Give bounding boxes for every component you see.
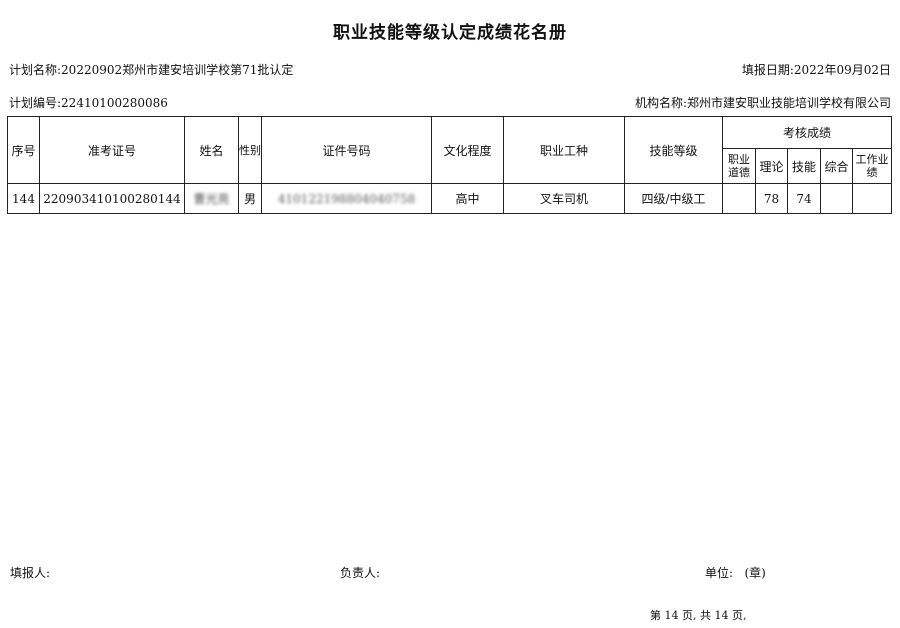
page-indicator: 第 14 页, 共 14 页, [650,609,747,622]
cell-ethics [722,183,756,214]
cell-skill: 74 [787,183,821,214]
cell-comprehensive [820,183,853,214]
plan-name-label: 计划名称: [9,63,62,77]
cell-seq: 144 [7,183,40,214]
plan-name-value: 20220902郑州市建安培训学校第71批认定 [61,63,294,77]
report-date-value: 2022年09月02日 [793,63,891,77]
cell-education: 高中 [431,183,504,214]
filler-label: 填报人: [10,566,51,580]
cell-skill-level: 四级/中级工 [624,183,723,214]
header-theory: 理论 [755,148,788,184]
seal-label: (章) [744,566,766,580]
header-ethics: 职业道德 [722,148,756,184]
header-gender: 性别 [238,116,262,184]
responsible-label: 负责人: [340,566,381,580]
cell-exam-no: 220903410100280144 [39,183,185,214]
header-skill: 技能 [787,148,821,184]
header-id-no: 证件号码 [261,116,432,184]
cell-occupation: 叉车司机 [503,183,625,214]
org-line: 机构名称:郑州市建安职业技能培训学校有限公司 [635,94,891,111]
cell-work-perf [851,183,893,214]
header-education: 文化程度 [431,116,504,184]
header-work-perf: 工作业绩 [851,148,893,184]
header-seq: 序号 [7,116,40,184]
plan-no-label: 计划编号: [9,96,62,110]
cell-gender: 男 [238,183,262,214]
header-exam-no: 准考证号 [39,116,185,184]
plan-name-line: 计划名称:20220902郑州市建安培训学校第71批认定 [9,61,293,78]
cell-theory: 78 [755,183,788,214]
document-title: 职业技能等级认定成绩花名册 [333,23,567,43]
org-value: 郑州市建安职业技能培训学校有限公司 [686,96,891,110]
report-date-line: 填报日期:2022年09月02日 [742,61,891,78]
cell-name: 曹光亮 [184,183,239,214]
cell-id-no: 410122198804040758 [261,183,432,214]
unit-label: 单位: [705,566,734,580]
header-name: 姓名 [184,116,239,184]
table-header-row-1: 序号 准考证号 姓名 性别 证件号码 文化程度 职业工种 技能等级 考核成绩 [7,116,893,184]
org-label: 机构名称: [634,96,687,110]
plan-no-line: 计划编号:22410100280086 [9,94,168,111]
header-scores-group: 考核成绩 [721,116,893,149]
unit-line: 单位: (章) [705,564,766,581]
score-table: 序号 准考证号 姓名 性别 证件号码 文化程度 职业工种 技能等级 考核成绩 职… [7,116,893,214]
header-occupation: 职业工种 [503,116,625,184]
header-comprehensive: 综合 [820,148,853,184]
plan-no-value: 22410100280086 [61,96,168,110]
report-date-label: 填报日期: [741,63,794,77]
header-skill-level: 技能等级 [624,116,723,184]
table-row: 144 220903410100280144 曹光亮 男 41012219880… [7,183,893,214]
